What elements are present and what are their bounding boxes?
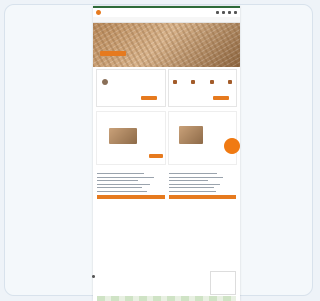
discount-badge (224, 138, 240, 154)
view-all-button[interactable] (97, 194, 165, 199)
add-to-cart-button[interactable] (149, 154, 163, 158)
hero-banner (93, 23, 240, 67)
feature-icon (209, 80, 214, 84)
contact-button[interactable] (141, 96, 157, 100)
map-strip[interactable] (97, 296, 236, 301)
bottom-section (93, 263, 240, 301)
product-box (167, 111, 240, 165)
view-all-button[interactable] (168, 194, 236, 199)
user-icon[interactable] (222, 11, 225, 14)
category-column (97, 171, 165, 215)
avatar (102, 79, 108, 85)
site-header (93, 8, 240, 17)
service-card (167, 69, 237, 107)
product-image[interactable] (178, 126, 203, 144)
feature-icon (228, 80, 232, 84)
cart-icon[interactable] (228, 11, 231, 14)
logo-icon[interactable] (96, 10, 101, 15)
feature-icon (172, 80, 177, 84)
feature-icon (191, 80, 195, 84)
info-panel (210, 271, 236, 295)
service-button[interactable] (212, 96, 229, 100)
product-box (96, 111, 166, 165)
contact-card (96, 69, 166, 107)
menu-icon[interactable] (234, 11, 237, 14)
product-image[interactable] (109, 128, 137, 144)
scroll-marker-icon (92, 275, 95, 278)
search-icon[interactable] (216, 11, 219, 14)
category-column (168, 171, 236, 215)
hero-cta-button[interactable] (100, 51, 126, 56)
web-page (93, 6, 240, 301)
